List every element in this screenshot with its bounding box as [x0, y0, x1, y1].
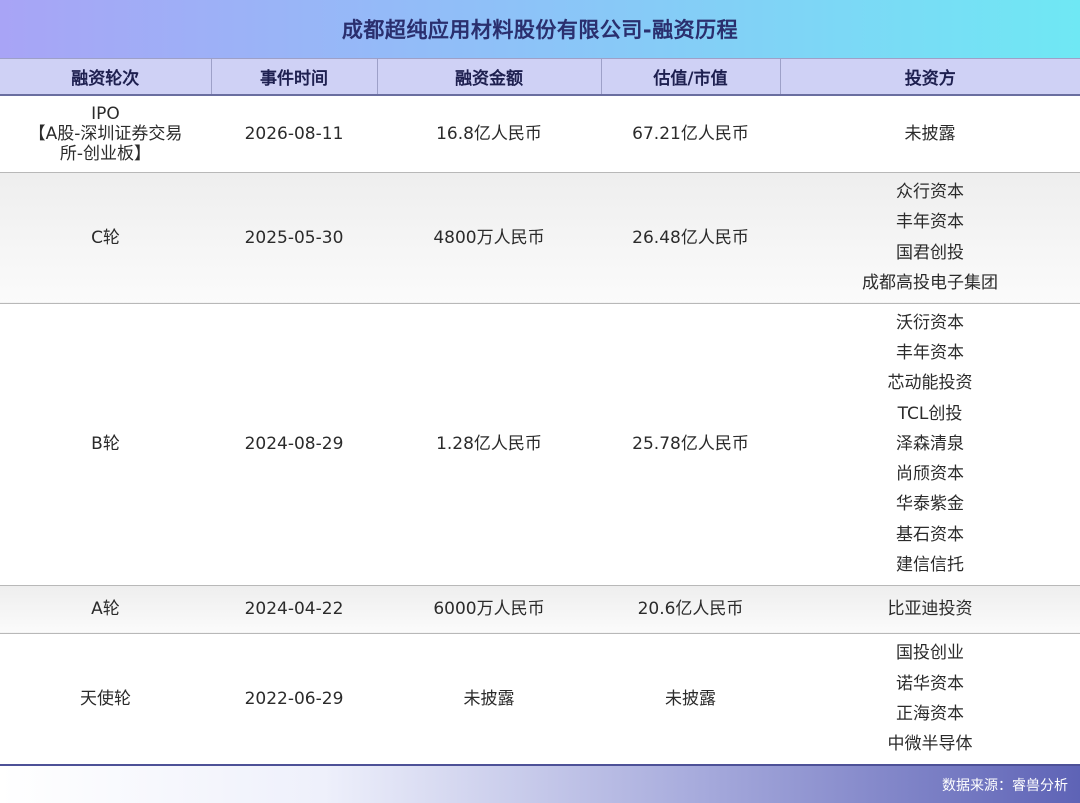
title-bar: 成都超纯应用材料股份有限公司-融资历程 — [0, 0, 1080, 58]
investor-name: 成都高投电子集团 — [862, 272, 998, 293]
column-header-round: 融资轮次 — [0, 58, 212, 96]
investor-name: 泽森清泉 — [896, 433, 964, 454]
amount-cell: 6000万人民币 — [377, 585, 601, 634]
investor-name: 华泰紫金 — [896, 494, 964, 515]
investor-name: TCL创投 — [897, 403, 963, 424]
amount-cell: 1.28亿人民币 — [377, 303, 601, 586]
amount-cell: 16.8亿人民币 — [377, 95, 601, 173]
page: 成都超纯应用材料股份有限公司-融资历程 融资轮次 事件时间 融资金额 估值/市值… — [0, 0, 1080, 803]
table-header-row: 融资轮次 事件时间 融资金额 估值/市值 投资方 — [0, 58, 1080, 96]
investors-cell: 未披露 — [780, 95, 1080, 173]
column-header-date: 事件时间 — [211, 58, 378, 96]
round-cell: A轮 — [0, 585, 211, 634]
table-row: A轮 2024-04-22 6000万人民币 20.6亿人民币 比亚迪投资 — [0, 585, 1080, 634]
investor-name: 比亚迪投资 — [887, 598, 973, 619]
amount-cell: 未披露 — [377, 633, 601, 766]
table-row: 天使轮 2022-06-29 未披露 未披露 国投创业 诺华资本 正海资本 中微… — [0, 633, 1080, 766]
valuation-cell: 20.6亿人民币 — [601, 585, 780, 634]
financing-table: 融资轮次 事件时间 融资金额 估值/市值 投资方 IPO 【A股-深圳证券交易 … — [0, 58, 1080, 766]
investor-name: 丰年资本 — [896, 212, 964, 233]
column-header-investors: 投资方 — [780, 58, 1080, 96]
round-cell: IPO 【A股-深圳证券交易 所-创业板】 — [0, 95, 211, 173]
investor-name: 国君创投 — [896, 242, 964, 263]
investor-name: 国投创业 — [896, 643, 964, 664]
amount-cell: 4800万人民币 — [377, 172, 601, 304]
investors-cell: 比亚迪投资 — [780, 585, 1080, 634]
investor-name: 中微半导体 — [887, 734, 973, 755]
table-row: IPO 【A股-深圳证券交易 所-创业板】 2026-08-11 16.8亿人民… — [0, 95, 1080, 173]
date-cell: 2025-05-30 — [211, 172, 377, 304]
date-cell: 2026-08-11 — [211, 95, 377, 173]
round-cell: C轮 — [0, 172, 211, 304]
table-row: C轮 2025-05-30 4800万人民币 26.48亿人民币 众行资本 丰年… — [0, 172, 1080, 304]
valuation-cell: 25.78亿人民币 — [601, 303, 780, 586]
investors-cell: 众行资本 丰年资本 国君创投 成都高投电子集团 — [780, 172, 1080, 304]
column-header-valuation: 估值/市值 — [601, 58, 781, 96]
date-cell: 2024-04-22 — [211, 585, 377, 634]
round-cell: 天使轮 — [0, 633, 211, 766]
investor-name: 沃衍资本 — [896, 312, 964, 333]
valuation-cell: 26.48亿人民币 — [601, 172, 780, 304]
investor-name: 正海资本 — [896, 704, 964, 724]
round-line: IPO — [91, 103, 120, 124]
date-cell: 2024-08-29 — [211, 303, 377, 586]
investor-name: 未披露 — [904, 123, 956, 144]
investor-name: 尚颀资本 — [896, 464, 964, 485]
investors-cell: 国投创业 诺华资本 正海资本 中微半导体 — [780, 633, 1080, 766]
investor-name: 诺华资本 — [896, 673, 964, 694]
date-cell: 2022-06-29 — [211, 633, 377, 766]
round-line: 所-创业板】 — [59, 143, 152, 164]
round-cell: B轮 — [0, 303, 211, 586]
table-row: B轮 2024-08-29 1.28亿人民币 25.78亿人民币 沃衍资本 丰年… — [0, 303, 1080, 586]
round-line: 【A股-深圳证券交易 — [28, 123, 183, 144]
investor-name: 丰年资本 — [896, 342, 964, 363]
investor-name: 基石资本 — [896, 524, 964, 545]
column-header-amount: 融资金额 — [377, 58, 602, 96]
valuation-cell: 未披露 — [601, 633, 780, 766]
footer-bar: 数据来源：睿兽分析 — [0, 764, 1080, 803]
investor-name: 芯动能投资 — [887, 373, 973, 394]
investor-name: 众行资本 — [896, 181, 964, 202]
data-source-note: 数据来源：睿兽分析 — [942, 778, 1068, 794]
valuation-cell: 67.21亿人民币 — [601, 95, 780, 173]
page-title: 成都超纯应用材料股份有限公司-融资历程 — [341, 18, 739, 42]
investors-cell: 沃衍资本 丰年资本 芯动能投资 TCL创投 泽森清泉 尚颀资本 华泰紫金 基石资… — [780, 303, 1080, 586]
investor-name: 建信信托 — [896, 555, 964, 576]
